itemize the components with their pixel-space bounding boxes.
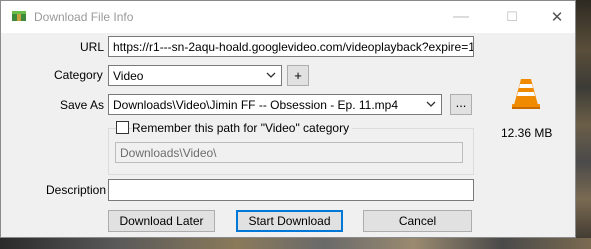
close-button[interactable]: ✕ — [534, 1, 580, 33]
url-field[interactable]: https://r1---sn-2aqu-hoald.googlevideo.c… — [108, 36, 474, 57]
chevron-down-icon — [266, 72, 276, 78]
add-category-button[interactable]: + — [287, 65, 309, 86]
idm-app-icon — [12, 11, 26, 21]
vlc-cone-icon — [512, 79, 540, 109]
save-as-value: Downloads\Video\Jimin FF -- Obsession - … — [113, 98, 399, 112]
title-bar: Download File Info — ☐ ✕ — [1, 1, 575, 33]
cancel-button[interactable]: Cancel — [363, 210, 472, 232]
browse-button[interactable]: ... — [450, 94, 472, 115]
category-value: Video — [113, 69, 144, 83]
save-as-label: Save As — [60, 98, 105, 112]
desktop-background-right — [576, 0, 591, 249]
download-file-info-dialog: Download File Info — ☐ ✕ URL https://r1-… — [0, 0, 576, 238]
start-download-button[interactable]: Start Download — [236, 210, 343, 232]
remember-path-label: Remember this path for "Video" category — [132, 121, 353, 135]
description-label: Description — [46, 183, 107, 197]
category-select[interactable]: Video — [108, 65, 282, 86]
remember-path-field: Downloads\Video\ — [115, 142, 463, 163]
chevron-down-icon — [426, 101, 436, 107]
save-as-select[interactable]: Downloads\Video\Jimin FF -- Obsession - … — [108, 94, 442, 115]
desktop-background-bottom — [0, 238, 591, 249]
download-later-button[interactable]: Download Later — [108, 210, 215, 232]
window-title: Download File Info — [34, 10, 134, 24]
description-field[interactable] — [108, 179, 474, 201]
remember-path-checkbox[interactable] — [116, 121, 129, 134]
minimize-button[interactable]: — — [438, 1, 484, 33]
category-label: Category — [54, 68, 103, 82]
maximize-button[interactable]: ☐ — [489, 1, 535, 33]
url-label: URL — [80, 40, 105, 54]
file-size: 12.36 MB — [501, 126, 553, 140]
